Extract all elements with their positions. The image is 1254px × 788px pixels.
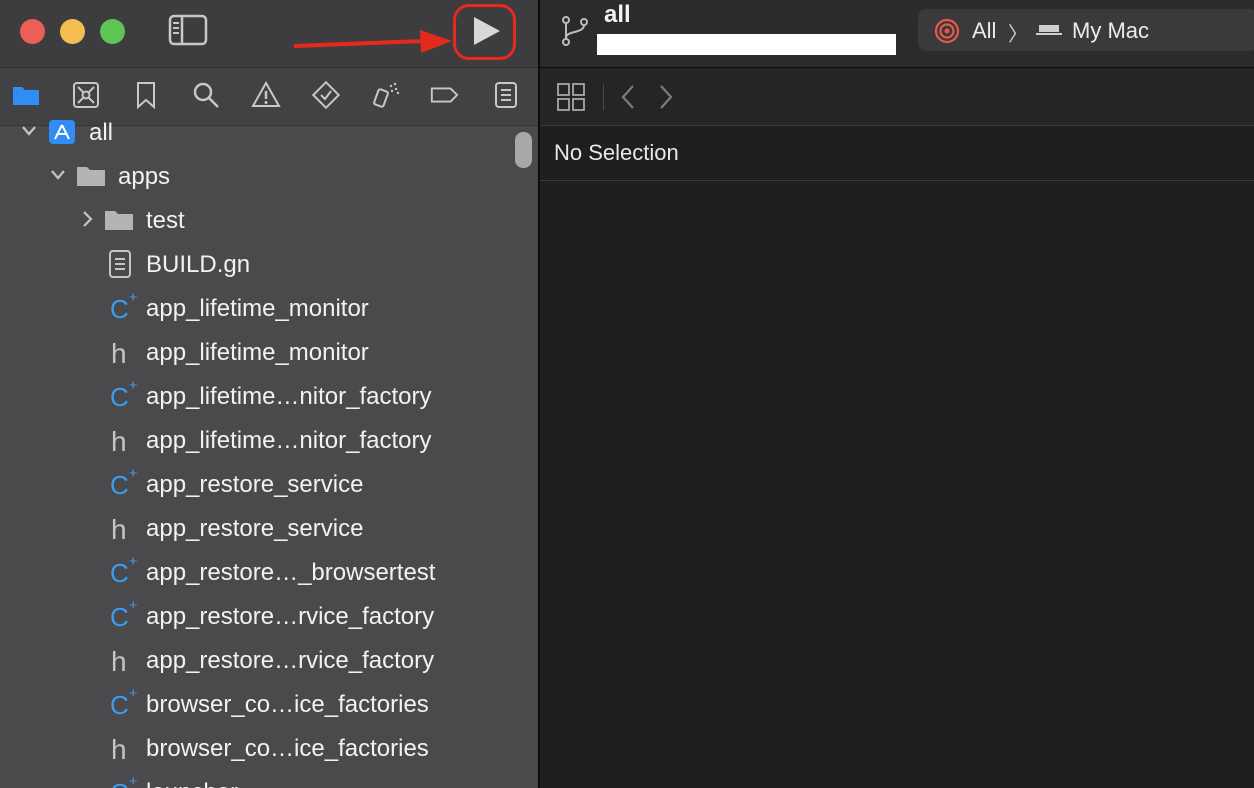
tree-item-label: app_restore_service [146, 515, 364, 542]
tree-row-file[interactable]: C+ app_lifetime…nitor_factory [0, 374, 538, 418]
chevron-down-icon[interactable] [20, 120, 38, 142]
tree-row-file[interactable]: C+ app_lifetime_monitor [0, 286, 538, 330]
tree-item-label: BUILD.gn [146, 251, 251, 278]
tree-row-file[interactable]: h app_lifetime_monitor [0, 330, 538, 374]
tree-row-file[interactable]: C+ launcher [0, 770, 538, 788]
header-file-icon: h [111, 426, 127, 457]
editor-area: all All 〉 My Mac No Selection [540, 0, 1254, 788]
test-icon[interactable] [311, 80, 341, 110]
tree-row-file[interactable]: h app_lifetime…nitor_factory [0, 418, 538, 462]
tree-row-file[interactable]: BUILD.gn [0, 242, 538, 286]
tree-row-file[interactable]: C+ browser_co…ice_factories [0, 682, 538, 726]
debug-icon[interactable] [371, 80, 401, 110]
scheme-selector[interactable]: All 〉 My Mac [918, 9, 1254, 51]
xcode-project-icon [49, 120, 75, 144]
tree-row-root[interactable]: all [0, 110, 538, 154]
editor-jump-bar [540, 68, 1254, 126]
tree-item-label: app_lifetime_monitor [146, 295, 369, 322]
tree-row-file[interactable]: h app_restore…rvice_factory [0, 638, 538, 682]
tree-item-label: app_restore…rvice_factory [146, 603, 435, 630]
related-items-grid-icon[interactable] [556, 82, 586, 112]
tree-root-label: all [89, 119, 114, 146]
window-toolbar-left [0, 0, 538, 68]
cpp-file-icon: C+ [110, 685, 138, 720]
jump-bar-separator [603, 84, 604, 110]
tree-item-label: app_restore…rvice_factory [146, 647, 435, 674]
tree-row-file[interactable]: C+ app_restore_service [0, 462, 538, 506]
scheme-label[interactable]: All [972, 18, 996, 44]
folder-icon[interactable] [11, 80, 41, 110]
folder-icon [105, 211, 133, 230]
branch-icon [562, 16, 588, 46]
run-destination-label[interactable]: My Mac [1072, 18, 1149, 44]
editor-selection-header: No Selection [540, 126, 1254, 181]
scheme-separator: 〉 [1008, 24, 1028, 46]
cpp-file-icon: C+ [110, 465, 138, 500]
run-button[interactable] [466, 14, 504, 48]
cpp-file-icon: C+ [110, 377, 138, 412]
chevron-down-icon[interactable] [49, 164, 67, 186]
breakpoint-icon[interactable] [429, 80, 459, 110]
search-icon[interactable] [191, 80, 221, 110]
tree-row-test[interactable]: test [0, 198, 538, 242]
navigator-panel: all apps test BUILD.gn C+ app_lifetime_m… [0, 0, 538, 788]
bookmark-icon[interactable] [131, 80, 161, 110]
tree-row-file[interactable]: h browser_co…ice_factories [0, 726, 538, 770]
source-control-icon[interactable] [71, 80, 101, 110]
minimize-window-button[interactable] [60, 19, 85, 44]
cpp-file-icon: C+ [110, 553, 138, 588]
tree-item-label: app_lifetime…nitor_factory [146, 383, 432, 410]
folder-icon [77, 167, 105, 186]
header-file-icon: h [111, 734, 127, 765]
tree-item-label: browser_co…ice_factories [146, 735, 429, 762]
annotation-arrow-icon [293, 30, 452, 53]
header-file-icon: h [111, 338, 127, 369]
empty-state-label: No Selection [554, 140, 679, 165]
window-toolbar-right: all All 〉 My Mac [540, 0, 1254, 68]
tree-item-label: test [146, 207, 185, 234]
cpp-file-icon: C+ [110, 597, 138, 632]
mac-device-icon [1036, 25, 1062, 35]
target-icon [934, 18, 960, 44]
navigator-scrollbar[interactable] [515, 132, 532, 168]
chevron-right-icon[interactable] [78, 208, 96, 230]
project-title: all [604, 1, 631, 28]
document-icon [109, 250, 131, 278]
tree-item-label: browser_co…ice_factories [146, 691, 429, 718]
report-icon[interactable] [491, 80, 521, 110]
cpp-file-icon: C+ [110, 773, 138, 788]
tree-row-file[interactable]: h app_restore_service [0, 506, 538, 550]
warning-icon[interactable] [251, 80, 281, 110]
zoom-window-button[interactable] [100, 19, 125, 44]
redacted-status-bar [597, 34, 896, 55]
tree-item-label: app_restore…_browsertest [146, 559, 436, 586]
tree-row-apps[interactable]: apps [0, 154, 538, 198]
chevron-left-icon[interactable] [618, 83, 638, 111]
tree-folder-label: apps [118, 163, 171, 190]
tree-item-label: launcher [146, 779, 238, 788]
tree-row-file[interactable]: C+ app_restore…rvice_factory [0, 594, 538, 638]
cpp-file-icon: C+ [110, 289, 138, 324]
tree-item-label: app_lifetime…nitor_factory [146, 427, 432, 454]
header-file-icon: h [111, 514, 127, 545]
project-navigator-tree: all apps test BUILD.gn C+ app_lifetime_m… [0, 110, 538, 788]
sidebar-toggle-icon[interactable] [168, 14, 208, 46]
tree-item-label: app_lifetime_monitor [146, 339, 369, 366]
tree-item-label: app_restore_service [146, 471, 364, 498]
chevron-right-icon[interactable] [656, 83, 676, 111]
tree-row-file[interactable]: C+ app_restore…_browsertest [0, 550, 538, 594]
header-file-icon: h [111, 646, 127, 677]
close-window-button[interactable] [20, 19, 45, 44]
